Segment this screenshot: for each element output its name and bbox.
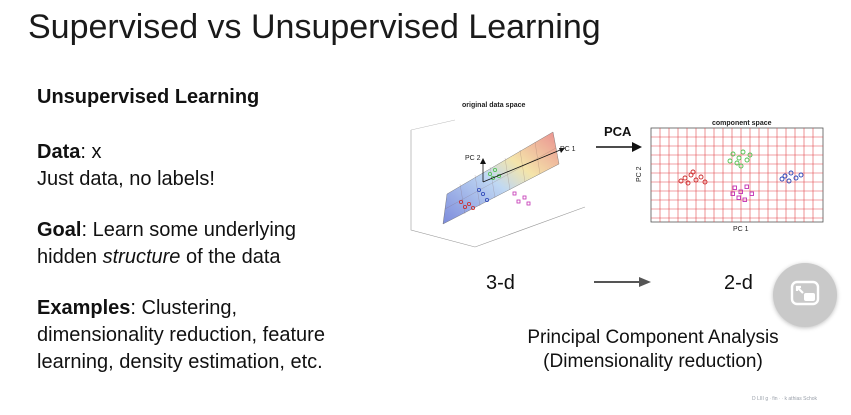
examples-line-3: learning, density estimation, etc. — [37, 351, 323, 373]
picture-in-picture-button[interactable] — [773, 263, 837, 327]
pc1-label-left: PC 1 — [560, 146, 576, 153]
pc2-label-right: PC 2 — [636, 166, 643, 182]
examples-line-2: dimensionality reduction, feature — [37, 324, 325, 346]
pca-arrow — [596, 142, 642, 152]
goal-text-2a: hidden — [37, 246, 103, 268]
picture-in-picture-icon — [790, 280, 820, 311]
original-data-space-plot — [410, 119, 586, 248]
data-value: : x — [80, 141, 102, 163]
examples-label: Examples — [37, 297, 131, 319]
caption-line-2: (Dimensionality reduction) — [543, 351, 763, 372]
examples-block: Examples: Clustering, dimensionality red… — [37, 295, 407, 376]
goal-line-2: hidden structure of the data — [37, 244, 407, 271]
original-space-title: original data space — [462, 102, 526, 109]
dimension-arrow — [594, 277, 651, 287]
unsupervised-learning-panel: Unsupervised Learning Data: x Just data,… — [37, 84, 407, 400]
dimension-2d-label: 2-d — [724, 272, 753, 294]
box-edge — [474, 206, 586, 248]
examples-line-1: Examples: Clustering, — [37, 295, 407, 322]
component-space-title: component space — [712, 120, 772, 127]
section-heading: Unsupervised Learning — [37, 86, 260, 108]
data-block: Data: x Just data, no labels! — [37, 139, 407, 193]
goal-text-1: : Learn some underlying — [81, 219, 297, 241]
data-label: Data — [37, 141, 81, 163]
goal-text-2b: of the data — [180, 246, 281, 268]
watermark: D LIII g ∙ fin ∙ ∙ k athias Schok — [752, 396, 818, 402]
goal-block: Goal: Learn some underlying hidden struc… — [37, 217, 407, 271]
projection-plane — [442, 131, 560, 225]
figure-caption: Principal Component Analysis (Dimensiona… — [493, 326, 813, 374]
dimension-3d-label: 3-d — [486, 272, 515, 294]
pc2-label-left: PC 2 — [465, 155, 481, 162]
data-line: Data: x — [37, 139, 407, 166]
pc1-label-right: PC 1 — [733, 226, 749, 233]
caption-line-1: Principal Component Analysis — [527, 327, 779, 348]
data-description: Just data, no labels! — [37, 168, 215, 190]
examples-text-1: : Clustering, — [130, 297, 238, 319]
goal-emphasis: structure — [102, 246, 181, 268]
slide-title: Supervised vs Unsupervised Learning — [28, 8, 601, 46]
goal-line-1: Goal: Learn some underlying — [37, 217, 407, 244]
goal-label: Goal — [37, 219, 82, 241]
box-edge — [410, 119, 456, 131]
pca-label: PCA — [604, 124, 632, 139]
component-space-plot — [650, 127, 824, 223]
